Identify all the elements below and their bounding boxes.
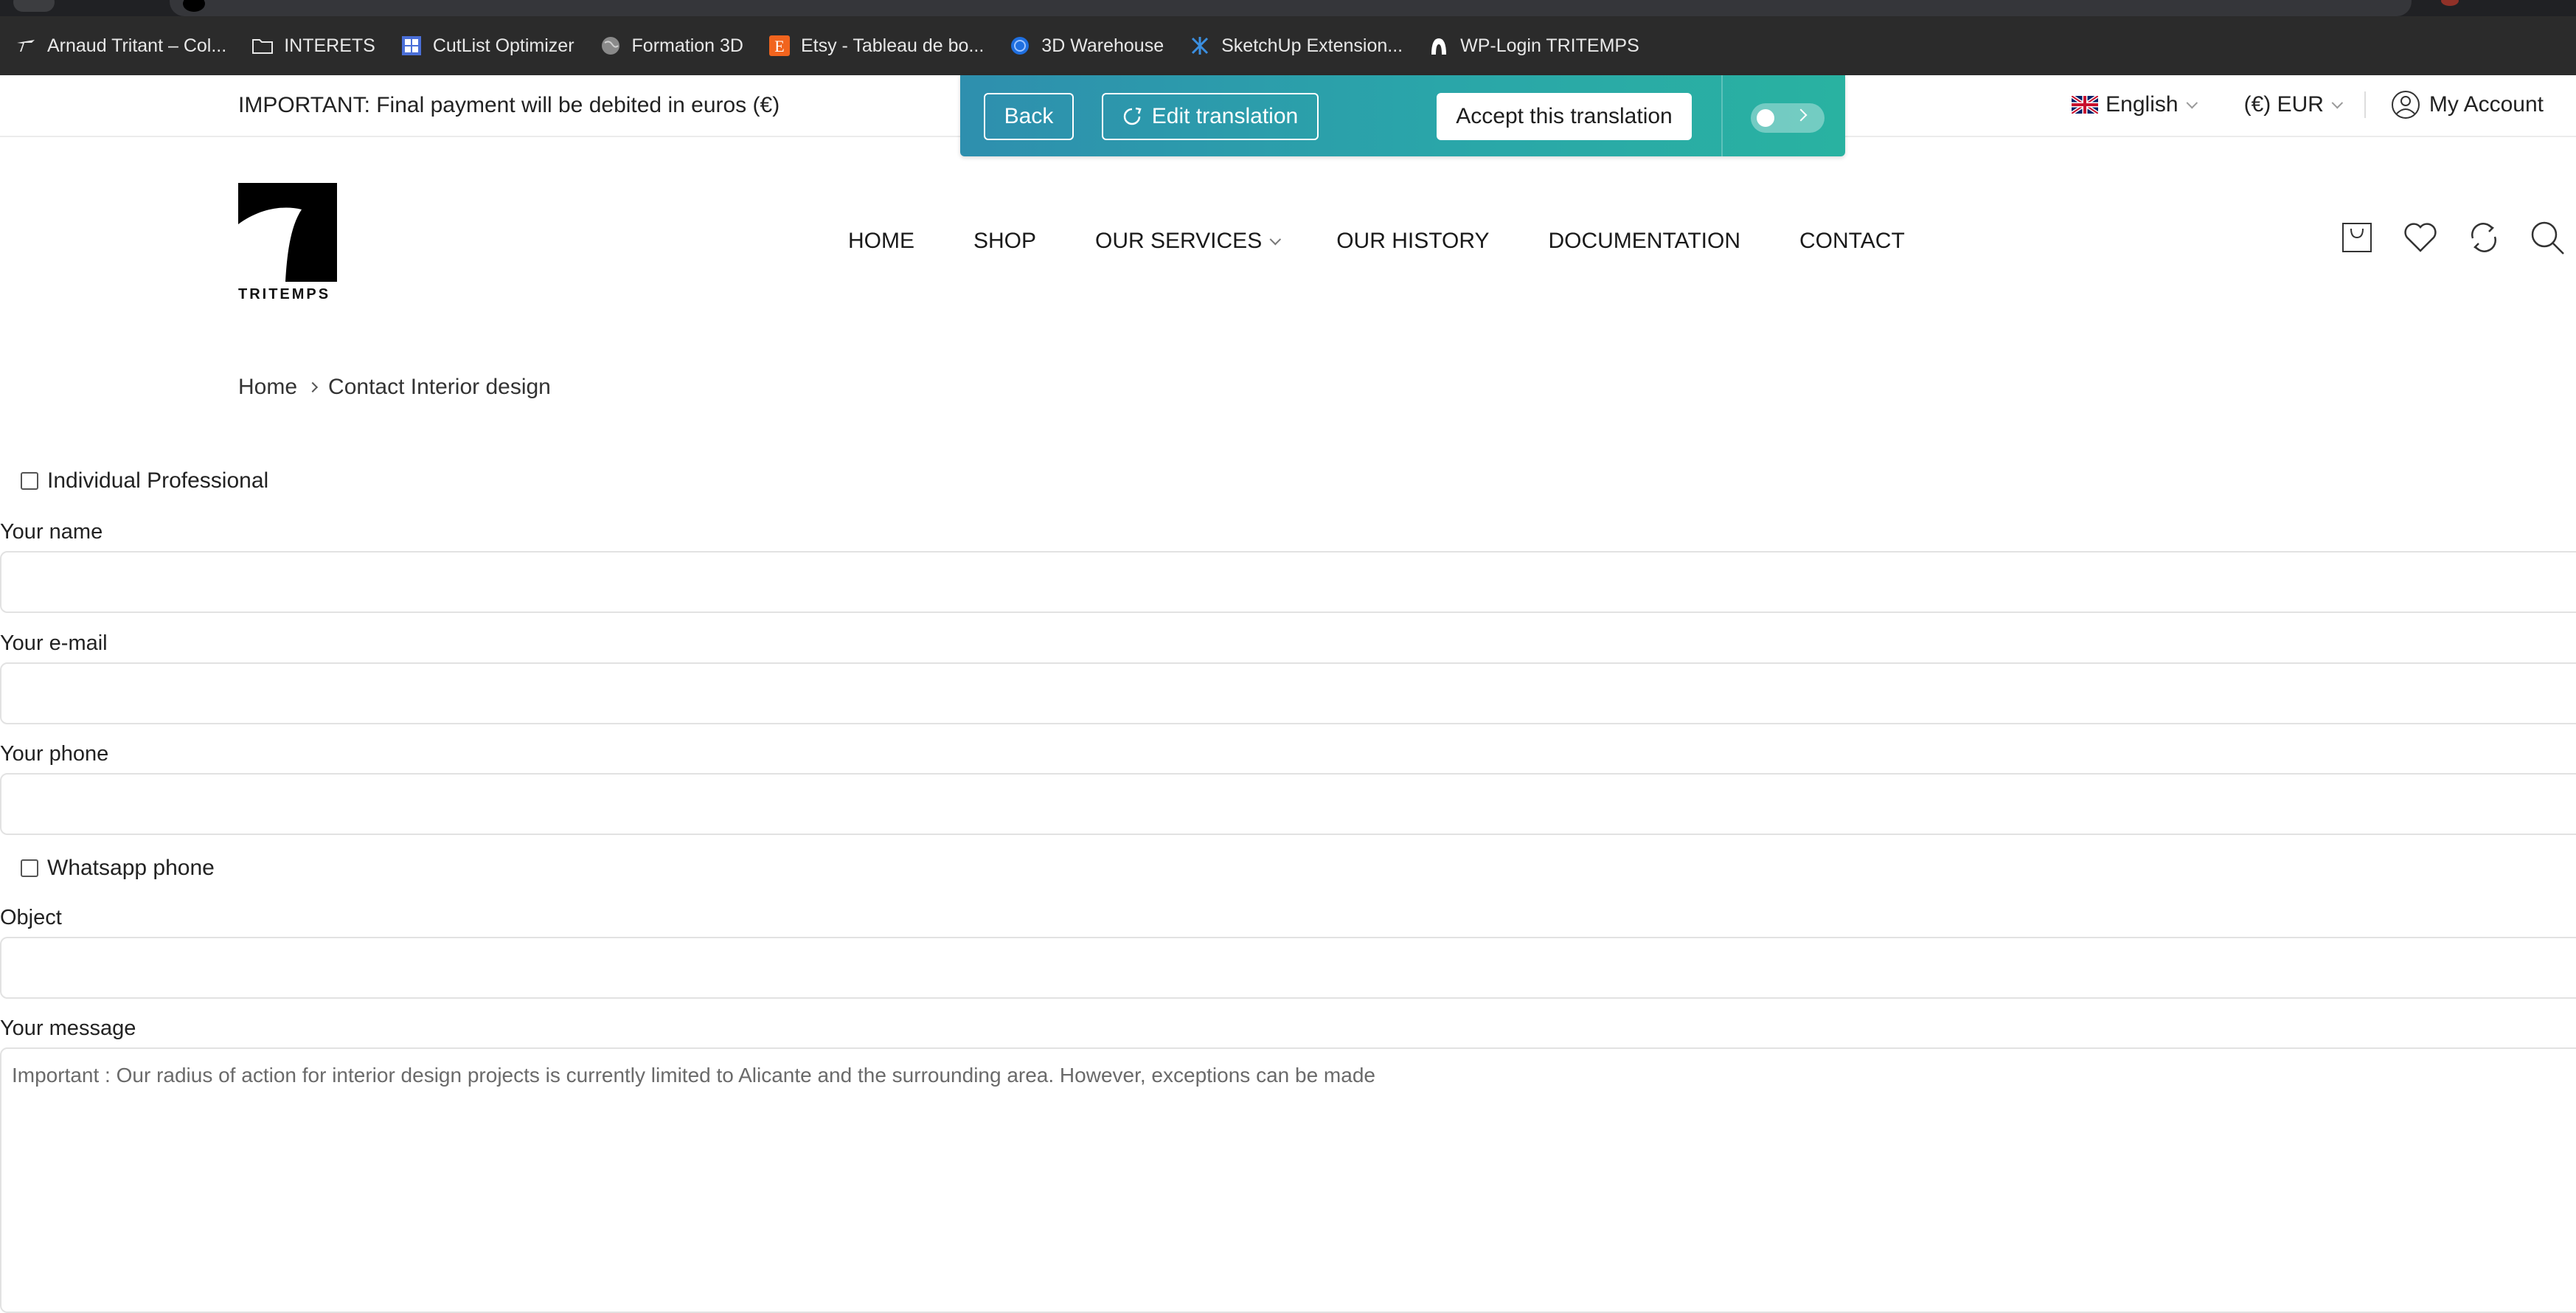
email-input[interactable] — [0, 662, 2576, 724]
bookmark-label: Etsy - Tableau de bo... — [800, 35, 985, 56]
extension-icon[interactable] — [2441, 0, 2459, 6]
uk-flag-icon — [2072, 96, 2099, 114]
logo-wordmark: TRITEMPS — [238, 286, 331, 302]
nav-services-label: OUR SERVICES — [1095, 229, 1263, 253]
bookmark-interets[interactable]: INTERETS — [251, 35, 375, 57]
cart-icon[interactable] — [2338, 218, 2376, 257]
heart-icon[interactable] — [2401, 218, 2440, 257]
edit-translation-button[interactable]: Edit translation — [1102, 93, 1319, 140]
customer-type-label: Individual Professional — [47, 468, 269, 493]
payment-notice: IMPORTANT: Final payment will be debited… — [238, 93, 780, 117]
bookmark-label: Arnaud Tritant – Col... — [47, 35, 227, 56]
customer-type-checkbox[interactable] — [21, 472, 38, 490]
bookmark-label: Formation 3D — [631, 35, 743, 56]
my-account-label: My Account — [2429, 92, 2544, 117]
back-button[interactable]: Back — [984, 93, 1074, 140]
browser-address-bar[interactable] — [170, 0, 2412, 16]
language-switcher[interactable]: English — [2046, 92, 2218, 117]
site-header: TRITEMPS HOME SHOP OUR SERVICES OUR HIST… — [0, 137, 2576, 344]
chevron-right-icon — [1794, 108, 1808, 122]
chevron-down-icon — [2186, 97, 2198, 108]
tritemps-logo[interactable] — [238, 183, 337, 301]
email-label: Your e-mail — [0, 631, 108, 655]
bookmark-arnaud-tritant[interactable]: Arnaud Tritant – Col... — [15, 35, 226, 57]
edit-translation-label: Edit translation — [1151, 104, 1299, 128]
message-label: Your message — [0, 1016, 136, 1040]
browser-tab-strip — [0, 0, 2576, 16]
message-textarea[interactable]: Important : Our radius of action for int… — [0, 1047, 2576, 1313]
nav-shop[interactable]: SHOP — [973, 229, 1036, 254]
whatsapp-checkbox-row[interactable]: Whatsapp phone — [21, 856, 215, 881]
nav-documentation[interactable]: DOCUMENTATION — [1548, 229, 1740, 254]
sketchup-icon — [1189, 35, 1211, 57]
header-actions — [2338, 218, 2566, 257]
main-nav: HOME SHOP OUR SERVICES OUR HISTORY DOCUM… — [848, 229, 1905, 254]
breadcrumb: Home Contact Interior design — [238, 375, 551, 400]
bookmark-formation-3d[interactable]: Formation 3D — [600, 35, 743, 57]
accept-translation-button[interactable]: Accept this translation — [1437, 93, 1692, 140]
wp-login-icon — [1428, 35, 1450, 57]
search-icon[interactable] — [2528, 218, 2566, 257]
currency-label: (€) EUR — [2243, 92, 2324, 117]
bookmark-sketchup-extension[interactable]: SketchUp Extension... — [1189, 35, 1403, 57]
breadcrumb-home[interactable]: Home — [238, 375, 297, 400]
name-label: Your name — [0, 520, 103, 544]
whatsapp-label: Whatsapp phone — [47, 856, 215, 880]
currency-switcher[interactable]: (€) EUR — [2219, 92, 2364, 117]
top-bar-right: English (€) EUR My Account — [2046, 90, 2569, 119]
grid-app-icon — [400, 35, 423, 57]
svg-text:E: E — [774, 37, 784, 55]
translate-icon — [1122, 107, 1142, 126]
nav-our-history[interactable]: OUR HISTORY — [1336, 229, 1489, 254]
phone-label: Your phone — [0, 742, 109, 766]
toggle-knob — [1757, 109, 1774, 127]
warehouse-icon — [1009, 35, 1031, 57]
chevron-right-icon — [307, 381, 319, 393]
bookmarks-bar: Arnaud Tritant – Col... INTERETS CutList… — [0, 16, 2576, 75]
compare-icon[interactable] — [2465, 218, 2503, 257]
bookmark-label: WP-Login TRITEMPS — [1460, 35, 1639, 56]
message-text: Important : Our radius of action for int… — [12, 1064, 1375, 1087]
globe-icon — [600, 35, 622, 57]
bookmark-3d-warehouse[interactable]: 3D Warehouse — [1009, 35, 1164, 57]
bookmark-etsy[interactable]: E Etsy - Tableau de bo... — [768, 35, 984, 57]
bookmark-label: 3D Warehouse — [1041, 35, 1164, 56]
object-label: Object — [0, 906, 62, 929]
breadcrumb-current: Contact Interior design — [328, 375, 551, 399]
bookmark-cutlist-optimizer[interactable]: CutList Optimizer — [400, 35, 574, 57]
bookmark-label: SketchUp Extension... — [1221, 35, 1403, 56]
customer-type-checkbox-row[interactable]: Individual Professional — [21, 468, 268, 493]
name-input[interactable] — [0, 551, 2576, 613]
bookmark-label: INTERETS — [284, 35, 375, 56]
chevron-down-icon — [1269, 233, 1282, 245]
language-label: English — [2105, 92, 2179, 117]
bookmark-wp-login[interactable]: WP-Login TRITEMPS — [1428, 35, 1639, 57]
nav-home[interactable]: HOME — [848, 229, 914, 254]
translation-toggle[interactable] — [1751, 103, 1825, 133]
brand-t-icon — [15, 35, 37, 57]
phone-input[interactable] — [0, 773, 2576, 835]
folder-icon — [251, 35, 274, 57]
whatsapp-checkbox[interactable] — [21, 859, 38, 877]
user-icon — [2391, 90, 2420, 119]
nav-our-services[interactable]: OUR SERVICES — [1095, 229, 1282, 254]
browser-back-control[interactable] — [13, 0, 55, 12]
etsy-icon: E — [768, 35, 791, 57]
nav-contact[interactable]: CONTACT — [1799, 229, 1905, 254]
object-input[interactable] — [0, 937, 2576, 999]
chevron-down-icon — [2331, 97, 2344, 108]
bookmark-label: CutList Optimizer — [432, 35, 574, 56]
my-account-link[interactable]: My Account — [2366, 90, 2569, 119]
